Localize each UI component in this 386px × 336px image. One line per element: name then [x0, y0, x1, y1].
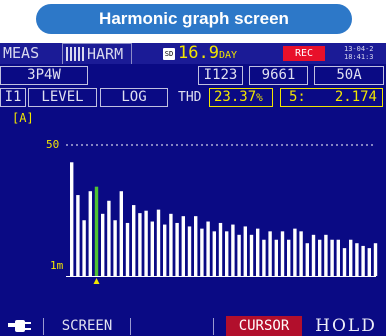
harmonic-bar	[243, 226, 247, 276]
harmonic-bar	[175, 222, 179, 276]
harmonic-bar	[305, 243, 309, 276]
plug-icon	[8, 316, 34, 336]
harmonic-bar	[76, 195, 80, 276]
clock-date: 13-04-2	[344, 45, 374, 53]
thd-unit: %	[256, 91, 263, 104]
mode-bar: MEAS HARM SD 16.9DAY REC 13-04-2 18:41:3	[0, 43, 386, 64]
range-box[interactable]: 50A	[314, 66, 384, 85]
blank-button[interactable]	[134, 316, 208, 336]
thd-box: 23.37%	[209, 88, 273, 107]
selected-harmonic-bar	[94, 186, 99, 276]
cursor-button[interactable]: CURSOR	[226, 316, 302, 336]
harmonic-bar	[225, 231, 229, 276]
harmonic-bar	[107, 200, 111, 276]
harmonic-bar	[318, 239, 322, 276]
harmonic-bar	[237, 234, 241, 276]
harmonic-bar	[144, 210, 148, 276]
harmonic-bar	[132, 205, 136, 276]
cursor-marker	[93, 278, 100, 284]
harmonic-bar	[181, 216, 185, 276]
harmonic-bar	[274, 239, 278, 276]
harmonic-bar	[169, 213, 173, 276]
order-label: 5:	[289, 89, 306, 105]
harmonic-bar	[373, 243, 378, 276]
harmonic-bar	[163, 224, 167, 276]
harmonic-bar	[330, 239, 334, 276]
harmonic-bar	[256, 228, 260, 276]
harmonic-bar	[200, 228, 204, 276]
harmonic-bar	[280, 231, 285, 276]
separator	[213, 318, 214, 335]
record-days: 16.9DAY	[178, 43, 237, 67]
harmonic-bar	[262, 239, 266, 276]
harmonic-bar	[119, 191, 123, 276]
channel-box[interactable]: I123	[198, 66, 243, 85]
harmonic-bar	[150, 221, 154, 276]
harmonic-bar	[138, 213, 142, 276]
wiring-box[interactable]: 3P4W	[0, 66, 88, 85]
settings-row: I1 LEVEL LOG THD 23.37% 5: 2.174	[0, 87, 386, 107]
separator	[130, 318, 131, 335]
harmonic-bar	[367, 248, 371, 276]
order-value: 2.174	[334, 89, 377, 105]
separator	[43, 318, 44, 335]
harmonic-bar	[88, 191, 92, 276]
record-days-unit: DAY	[218, 50, 238, 61]
tab-meas[interactable]: MEAS	[3, 43, 39, 64]
item-box[interactable]: I1	[0, 88, 26, 107]
harmonic-bar	[206, 221, 210, 276]
harmonic-chart: [A] 50 1m	[0, 111, 386, 303]
scale-box[interactable]: LOG	[100, 88, 168, 107]
harmonic-bar	[268, 231, 272, 276]
harmonic-bar	[187, 226, 192, 276]
caption-title: Harmonic graph screen	[36, 4, 352, 34]
harmonic-bar	[125, 222, 130, 276]
harmonic-bar	[311, 234, 316, 276]
order-box: 5: 2.174	[280, 88, 383, 107]
harmonic-bar	[82, 220, 86, 276]
tab-harm-label: HARM	[87, 45, 124, 63]
harmonic-bar	[194, 216, 198, 276]
rec-badge: REC	[283, 46, 325, 61]
screen-button[interactable]: SCREEN	[48, 316, 126, 336]
harmonic-bar	[287, 239, 291, 276]
harmonic-bar	[156, 209, 161, 276]
harmonic-bar	[101, 213, 105, 276]
hold-button[interactable]: HOLD	[306, 316, 386, 336]
harmonic-bar	[249, 234, 254, 276]
thd-value: 23.37	[214, 89, 257, 105]
info-row: 3P4W I123 9661 50A	[0, 65, 386, 85]
harmonic-bar	[231, 224, 235, 276]
harmonic-bar	[336, 239, 340, 276]
level-box[interactable]: LEVEL	[28, 88, 97, 107]
harmonic-bar	[355, 243, 359, 276]
instrument-screen: MEAS HARM SD 16.9DAY REC 13-04-2 18:41:3…	[0, 43, 386, 336]
value-box: 9661	[249, 66, 308, 85]
function-bar: SCREEN CURSOR HOLD	[0, 316, 386, 336]
harmonic-bar	[361, 245, 365, 276]
clock: 13-04-2 18:41:3	[344, 45, 374, 61]
sd-card-icon: SD	[163, 48, 175, 60]
harmonic-bar	[212, 231, 216, 276]
harmonic-icon	[66, 47, 86, 61]
harmonic-bar	[70, 162, 74, 276]
harmonic-bar	[349, 239, 353, 276]
clock-time: 18:41:3	[344, 53, 374, 61]
chart-plot	[66, 144, 378, 284]
tab-harm[interactable]: HARM	[62, 43, 132, 64]
harmonic-bar	[324, 234, 328, 276]
record-days-value: 16.9	[178, 43, 219, 63]
harmonic-bar	[342, 248, 347, 276]
thd-label: THD	[178, 90, 202, 105]
harmonic-bar	[293, 228, 297, 276]
harmonic-bar	[218, 222, 223, 276]
harmonic-bar	[299, 231, 303, 276]
harmonic-bar	[113, 220, 117, 276]
